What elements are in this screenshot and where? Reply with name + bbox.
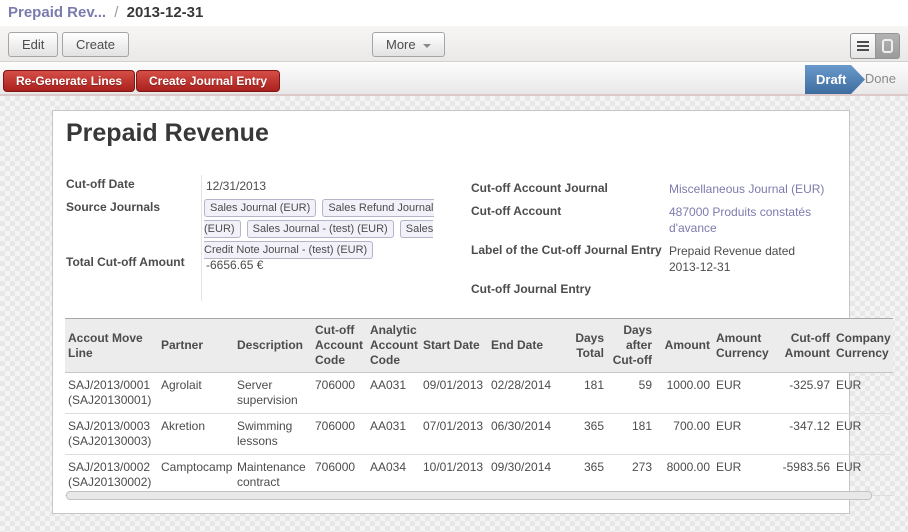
draft-label: Draft [816,72,846,87]
table-cell: 706000 [312,373,367,414]
table-cell: EUR [713,414,776,455]
total-cutoff-amount-label: Total Cut-off Amount [66,255,185,269]
table-cell: 10/01/2013 [420,455,488,496]
horizontal-scrollbar[interactable] [66,491,872,500]
field-separator-line [201,175,202,301]
table-cell: AA031 [367,414,420,455]
content-area: Prepaid Revenue Cut-off Date 12/31/2013 … [0,96,908,532]
more-dropdown-button[interactable]: More [372,32,445,57]
col-header-cutoff-account-code: Cut-off Account Code [312,319,367,373]
page-title: Prepaid Revenue [66,119,269,148]
table-cell: -325.97 [776,373,833,414]
breadcrumb-bar: Prepaid Rev... / 2013-12-31 [0,0,908,26]
table-cell: 1000.00 [655,373,713,414]
table-row[interactable]: SAJ/2013/0001 (SAJ20130001) Agrolait Ser… [65,373,893,414]
form-icon [882,39,893,53]
total-cutoff-amount-value: -6656.65 € [206,257,263,273]
col-header-start-date: Start Date [420,319,488,373]
source-journals-label: Source Journals [66,200,160,214]
table-cell: 700.00 [655,414,713,455]
table-cell: EUR [833,414,893,455]
col-header-amount: Amount [655,319,713,373]
source-journals-tags: Sales Journal (EUR) Sales Refund Journal… [204,198,448,261]
form-view-button[interactable] [875,33,900,59]
status-state-draft: Draft [805,65,865,94]
toolbar: Edit Create More [0,26,908,62]
table-cell: 181 [558,373,607,414]
journal-tag[interactable]: Sales Journal (EUR) [204,199,316,217]
journal-entry-label-label: Label of the Cut-off Journal Entry [471,243,681,257]
cutoff-date-label: Cut-off Date [66,177,135,191]
table-cell: AA031 [367,373,420,414]
list-view-button[interactable] [850,33,875,59]
breadcrumb-separator: / [110,4,122,21]
table-cell: SAJ/2013/0003 (SAJ20130003) [65,414,158,455]
table-cell: 02/28/2014 [488,373,558,414]
table-cell: Swimming lessons [234,414,312,455]
cutoff-journal-entry-label: Cut-off Journal Entry [471,282,681,296]
table-cell: 273 [607,455,655,496]
col-header-cutoff-amount: Cut-off Amount [776,319,833,373]
table-row[interactable]: SAJ/2013/0002 (SAJ20130002) Camptocamp M… [65,455,893,496]
table-cell: EUR [833,373,893,414]
table-cell: Maintenance contract [234,455,312,496]
cutoff-account-journal-label: Cut-off Account Journal [471,181,676,195]
table-cell: 181 [607,414,655,455]
table-cell: AA034 [367,455,420,496]
table-cell: 365 [558,414,607,455]
col-header-days-after-cutoff: Days after Cut-off [607,319,655,373]
table-cell: SAJ/2013/0002 (SAJ20130002) [65,455,158,496]
table-cell: -347.12 [776,414,833,455]
cutoff-account-link[interactable]: 487000 Produits constatés d'avance [669,204,841,236]
col-header-days-total: Days Total [558,319,607,373]
table-cell: EUR [713,373,776,414]
journal-entry-label-value: Prepaid Revenue dated 2013-12-31 [669,243,819,275]
table-row[interactable]: SAJ/2013/0003 (SAJ20130003) Akretion Swi… [65,414,893,455]
table-cell: 706000 [312,455,367,496]
col-header-description: Description [234,319,312,373]
table-cell: Server supervision [234,373,312,414]
more-label: More [386,37,416,52]
table-cell: EUR [833,455,893,496]
table-cell: 706000 [312,414,367,455]
table-cell: 8000.00 [655,455,713,496]
table-cell: 09/01/2013 [420,373,488,414]
status-bar: Re-Generate Lines Create Journal Entry D… [0,62,908,96]
breadcrumb: Prepaid Rev... / 2013-12-31 [0,0,908,21]
table-cell: 59 [607,373,655,414]
col-header-account-move-line: Accout Move Line [65,319,158,373]
list-icon [857,41,869,51]
table-cell: Camptocamp [158,455,234,496]
table-cell: Agrolait [158,373,234,414]
create-button[interactable]: Create [62,32,129,57]
cutoff-date-value: 12/31/2013 [206,178,266,194]
table-cell: Akretion [158,414,234,455]
col-header-end-date: End Date [488,319,558,373]
table-cell: -5983.56 [776,455,833,496]
col-header-company-currency: Company Currency [833,319,893,373]
table-cell: 365 [558,455,607,496]
col-header-analytic-account-code: Analytic Account Code [367,319,420,373]
table-cell: 06/30/2014 [488,414,558,455]
breadcrumb-parent-link[interactable]: Prepaid Rev... [8,4,106,21]
cutoff-account-journal-link[interactable]: Miscellaneous Journal (EUR) [669,181,849,197]
status-state-done: Done [865,62,896,96]
table-cell: 09/30/2014 [488,455,558,496]
create-journal-entry-button[interactable]: Create Journal Entry [136,70,280,92]
breadcrumb-current: 2013-12-31 [127,4,204,21]
cutoff-lines-table: Accout Move Line Partner Description Cut… [65,318,893,496]
view-switcher [850,33,900,59]
table-header-row: Accout Move Line Partner Description Cut… [65,319,893,373]
regenerate-lines-button[interactable]: Re-Generate Lines [3,70,135,92]
col-header-amount-currency: Amount Currency [713,319,776,373]
journal-tag[interactable]: Sales Journal - (test) (EUR) [247,220,394,238]
table-cell: 07/01/2013 [420,414,488,455]
cutoff-account-label: Cut-off Account [471,204,676,218]
chevron-down-icon [423,44,431,48]
col-header-partner: Partner [158,319,234,373]
edit-button[interactable]: Edit [8,32,58,57]
table-cell: EUR [713,455,776,496]
table-cell: SAJ/2013/0001 (SAJ20130001) [65,373,158,414]
